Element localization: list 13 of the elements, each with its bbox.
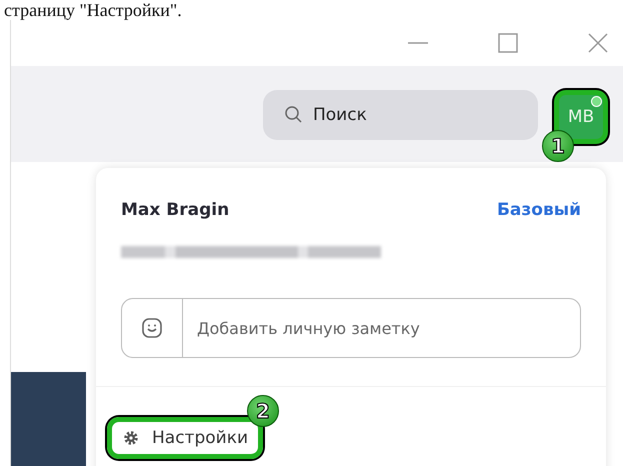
step-badge: 2 xyxy=(247,395,280,427)
note-field[interactable]: Добавить личную заметку xyxy=(121,298,581,358)
search-icon xyxy=(283,105,303,125)
smiley-icon xyxy=(141,317,163,339)
search-field[interactable]: Поиск xyxy=(263,90,538,140)
close-icon[interactable] xyxy=(586,31,610,55)
step-badge: 1 xyxy=(542,130,574,162)
user-name: Max Bragin xyxy=(121,200,230,220)
settings-menu-item[interactable]: Настройки xyxy=(107,417,264,459)
gear-icon xyxy=(122,429,140,447)
maximize-icon[interactable] xyxy=(496,31,520,55)
caption-text: страницу "Настройки". xyxy=(3,0,183,20)
plan-link[interactable]: Базовый xyxy=(496,200,581,220)
